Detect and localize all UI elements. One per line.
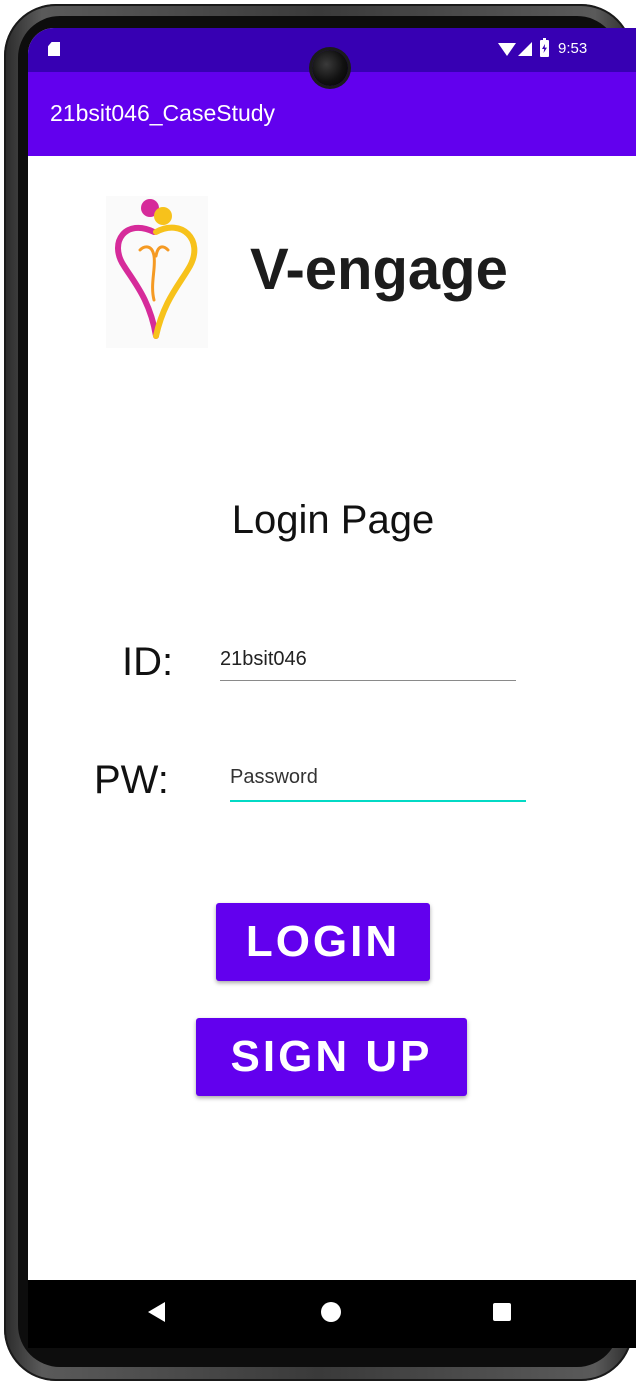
front-camera [312, 50, 348, 86]
back-icon[interactable] [148, 1302, 165, 1322]
heart-people-logo [115, 199, 198, 339]
app-title: 21bsit046_CaseStudy [50, 100, 276, 126]
phone-screen: 9:53 21bsit046_CaseStudy V-engage Login … [28, 28, 636, 1348]
signup-button[interactable]: SIGN UP [196, 1018, 467, 1096]
recents-icon[interactable] [493, 1303, 511, 1321]
app-logo [106, 196, 208, 348]
brand-name: V-engage [250, 237, 508, 302]
password-placeholder: Password [230, 766, 318, 788]
id-input[interactable]: 21bsit046 [220, 646, 516, 681]
pw-label: PW: [94, 758, 169, 802]
home-icon[interactable] [321, 1302, 341, 1322]
login-button[interactable]: LOGIN [216, 903, 430, 981]
battery-charging-icon [540, 38, 549, 57]
navigation-bar [28, 1280, 636, 1348]
password-input[interactable]: Password [230, 764, 526, 802]
sd-card-icon [48, 42, 60, 56]
page-title: Login Page [231, 498, 435, 542]
signal-icon [518, 42, 532, 56]
wifi-icon [498, 43, 516, 56]
id-input-value: 21bsit046 [220, 648, 307, 670]
status-time: 9:53 [558, 40, 588, 57]
id-label: ID: [122, 640, 174, 684]
